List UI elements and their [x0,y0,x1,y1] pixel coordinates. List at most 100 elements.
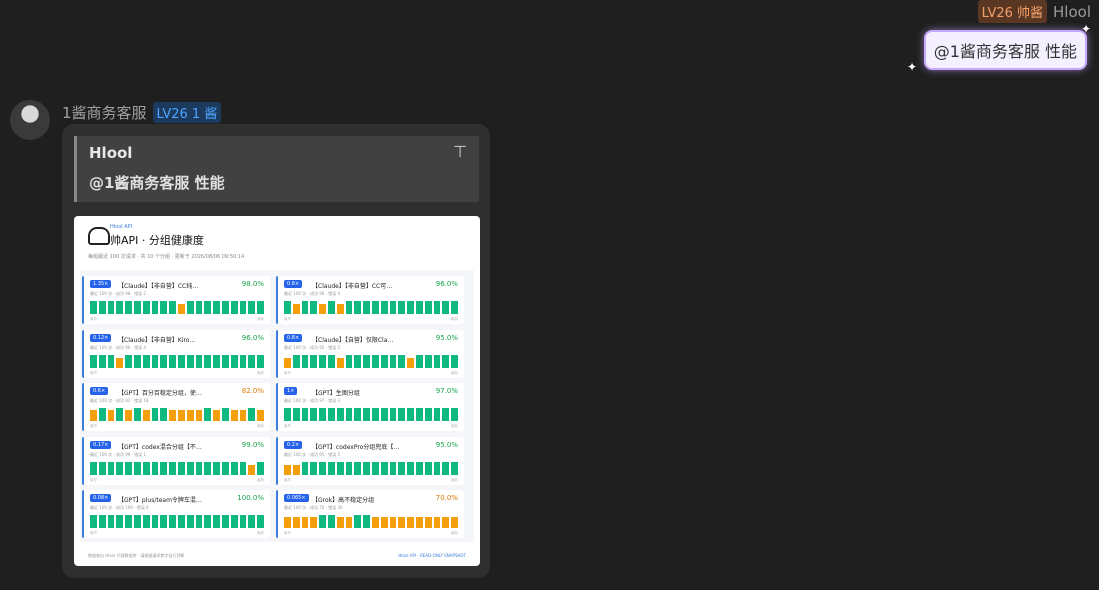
edge-label-left: 最早 [284,424,291,428]
health-bar-warn [116,357,124,368]
health-bar-good [345,461,353,475]
health-bar-good [116,408,124,421]
success-rate: 70.0% [435,494,458,502]
rate-multiplier-badge: 0.6× [90,387,109,395]
edge-label-left: 最早 [90,317,97,321]
health-bar-good [151,408,159,421]
pin-icon[interactable]: ⊤ [453,142,467,161]
health-bar-warn [125,410,132,421]
health-bar-good [424,408,432,421]
health-bar-good [142,354,150,368]
quoted-sender: Hlool [89,144,133,162]
success-rate: 96.0% [241,333,264,342]
health-bar-good [407,408,414,421]
health-bar-good [292,354,300,368]
health-bar-good [301,354,309,368]
health-bar-strip [90,408,264,421]
group-meta: 最近 100 次 · 成功 96 · 错误 4 [90,344,146,350]
health-bar-good [257,354,264,368]
health-bar-strip [284,515,458,528]
health-bar-good [363,461,370,475]
health-bar-warn [433,517,441,528]
health-bar-good [151,354,159,368]
health-bar-good [433,461,441,475]
health-bar-good [257,461,264,475]
success-rate: 100.0% [237,494,264,502]
health-bar-good [213,354,220,368]
success-rate: 82.0% [241,387,264,395]
report-header: Hlool API 帅API · 分组健康度 每组最近 100 次请求 · 共 … [74,216,480,266]
health-bar-good [336,408,344,421]
health-bar-good [213,515,220,528]
panel-grid: 1.35× 【Claude】【非自营】CC纯… 98.0% 最近 100 次 · 成功… [80,270,474,542]
group-meta: 最近 100 次 · 成功 100 · 错误 0 [90,505,149,510]
edge-label-left: 最早 [284,477,291,482]
avatar[interactable] [10,100,50,140]
health-bar-good [371,461,379,475]
health-bar-warn [169,410,176,421]
success-rate: 96.0% [435,280,458,288]
group-panel: 1× 【GPT】生图分组 97.0% 最近 100 次 · 成功 97 · 错误 3 最… [276,383,464,431]
health-bar-warn [257,410,264,421]
health-bar-good [221,461,229,475]
edge-label-left: 最早 [284,370,291,375]
rate-multiplier-badge: 1.35× [90,280,112,288]
quoted-message[interactable]: Hlool @1酱商务客服 性能 ⊤ [74,136,479,202]
rate-multiplier-badge: 0.12× [90,333,112,342]
health-bar-good [398,408,406,421]
health-bar-good [451,408,458,421]
edge-label-right: 最新 [451,317,458,321]
health-bar-good [354,408,362,421]
health-bar-good [230,461,238,475]
health-bar-good [407,461,414,475]
health-bar-good [451,301,458,314]
success-rate: 95.0% [435,440,458,449]
sender-name[interactable]: 1酱商务客服 LV26 1 酱 [62,102,222,123]
health-bar-good [345,354,353,368]
group-meta: 最近 100 次 · 成功 95 · 错误 5 [284,344,340,350]
health-bar-warn [380,517,388,528]
health-bar-good [380,354,388,368]
health-bar-warn [398,517,406,528]
health-bar-good [301,408,309,421]
health-bar-strip [284,301,458,314]
health-bar-strip [90,301,264,314]
group-meta: 最近 100 次 · 成功 70 · 错误 30 [284,505,343,510]
sender-level-badge: LV26 1 酱 [152,102,222,123]
health-bar-good [319,408,326,421]
report-title: 帅API · 分组健康度 [110,234,204,247]
my-username[interactable]: Hlool [1053,3,1091,21]
health-bar-good [221,354,229,368]
health-bar-good [389,408,397,421]
health-bar-good [125,301,132,314]
health-bar-good [160,408,168,421]
health-bar-warn [213,410,220,421]
success-rate: 98.0% [241,280,264,288]
health-bar-good [310,354,318,368]
health-bar-strip [284,461,458,475]
health-bar-good [160,301,168,314]
health-bar-good [142,301,150,314]
health-bar-good [239,354,247,368]
logo-icon [88,227,110,245]
health-bar-good [142,461,150,475]
health-bar-good [424,354,432,368]
sparkle-icon: ✦ [906,60,917,74]
health-bar-good [204,354,212,368]
health-bar-good [213,301,220,314]
health-bar-good [442,301,450,314]
health-bar-good [345,408,353,421]
health-bar-good [107,301,115,314]
my-message-bubble[interactable]: @1酱商务客服 性能 [923,30,1087,70]
health-report-image[interactable]: Hlool API 帅API · 分组健康度 每组最近 100 次请求 · 共 … [74,216,480,566]
health-bar-warn [177,410,185,421]
health-bar-good [195,515,203,528]
health-bar-good [389,354,397,368]
report-footer-left: 数据来自 Hlool 代理数据库 · 请根据请求数字自行判断 [88,553,185,558]
health-bar-good [424,461,432,475]
health-bar-good [213,461,220,475]
health-bar-good [327,408,335,421]
health-bar-good [133,301,141,314]
health-bar-good [107,515,115,528]
health-bar-good [398,354,406,368]
